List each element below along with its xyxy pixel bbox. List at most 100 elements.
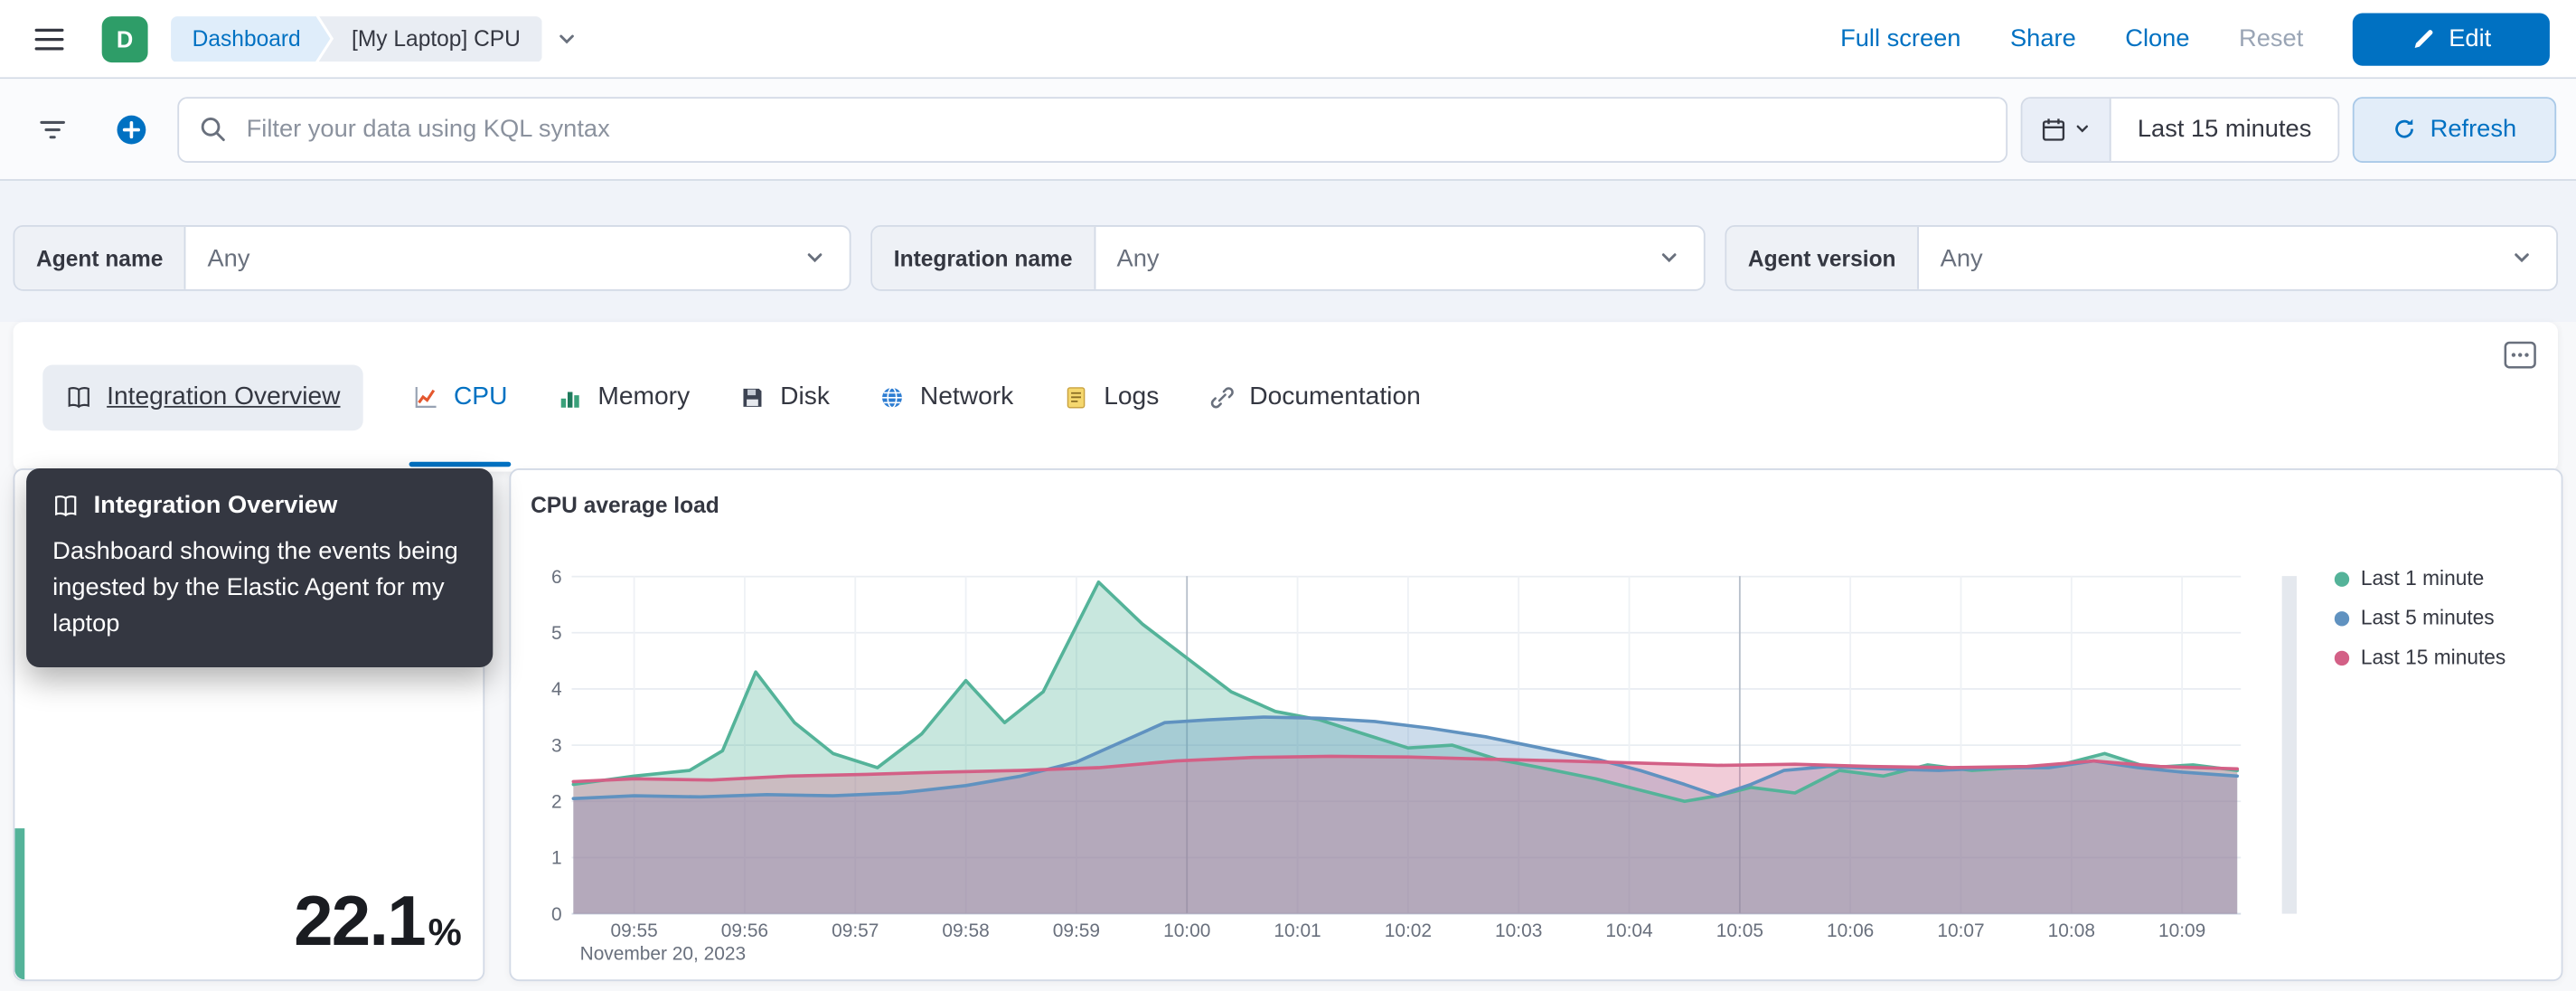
link-icon (1209, 386, 1233, 408)
metric-unit: % (428, 910, 462, 954)
query-bar: Last 15 minutes Refresh (0, 79, 2576, 181)
search-icon (201, 118, 225, 142)
refresh-icon (2395, 118, 2414, 138)
svg-text:10:09: 10:09 (2158, 920, 2205, 941)
reset-link: Reset (2239, 24, 2304, 53)
cpu-average-load-chart[interactable]: 0 1 2 3 4 5 6 09:55 09:56 09:57 09:58 09:59 10:00 10:… (511, 470, 2564, 983)
svg-text:3: 3 (551, 735, 562, 756)
plus-circle-icon (117, 114, 146, 144)
svg-text:09:57: 09:57 (832, 920, 879, 941)
svg-text:10:00: 10:00 (1163, 920, 1210, 941)
refresh-button-label: Refresh (2430, 115, 2517, 144)
legend-dot (2334, 610, 2350, 626)
control-label: Agent version (1726, 226, 1920, 289)
svg-text:10:06: 10:06 (1827, 920, 1874, 941)
control-value: Any (1116, 243, 1160, 272)
tab-label: CPU (453, 382, 508, 411)
tab-documentation[interactable]: Documentation (1208, 322, 1421, 471)
legend-label: Last 5 minutes (2360, 606, 2495, 630)
breadcrumb-current-page[interactable]: [My Laptop] CPU (318, 15, 542, 62)
edit-button[interactable]: Edit (2352, 12, 2550, 65)
add-filter-button[interactable] (99, 96, 165, 162)
tooltip-title: Integration Overview (93, 491, 338, 520)
top-bar: D Dashboard [My Laptop] CPU Full screen … (0, 0, 2576, 80)
space-avatar-initial: D (116, 25, 134, 52)
svg-text:09:56: 09:56 (721, 920, 768, 941)
logs-icon (1067, 386, 1086, 408)
svg-text:09:59: 09:59 (1053, 920, 1100, 941)
tab-logs[interactable]: Logs (1063, 322, 1160, 471)
legend-item-last-1-minute[interactable]: Last 1 minute (2334, 565, 2505, 591)
tab-label: Disk (780, 382, 830, 411)
metric-accent-bar (14, 828, 25, 980)
panel-options-icon (2504, 341, 2536, 369)
legend-dot (2334, 649, 2350, 665)
time-range-picker: Last 15 minutes (2020, 96, 2340, 163)
svg-text:0: 0 (551, 904, 562, 925)
tab-label: Integration Overview (107, 382, 341, 411)
svg-text:10:01: 10:01 (1274, 920, 1321, 941)
breadcrumb: Dashboard [My Laptop] CPU (171, 15, 578, 62)
chevron-down-icon (807, 253, 823, 263)
calendar-icon (2043, 118, 2065, 140)
tab-network[interactable]: Network (879, 322, 1013, 471)
svg-text:10:07: 10:07 (1937, 920, 1984, 941)
control-label: Integration name (872, 226, 1095, 289)
cpu-average-load-panel: CPU average load 0 1 2 3 4 5 6 09:55 09:56 09:57 0… (509, 468, 2564, 983)
dashboard-links-panel: Integration Overview CPU Memory Disk Net… (13, 322, 2559, 472)
chevron-down-icon (2515, 253, 2529, 263)
time-range-value[interactable]: Last 15 minutes (2111, 98, 2338, 160)
svg-text:4: 4 (551, 679, 562, 700)
svg-text:2: 2 (551, 792, 562, 813)
controls-row: Agent name Any Integration name Any Agen… (0, 180, 2576, 323)
svg-text:10:02: 10:02 (1385, 920, 1432, 941)
svg-text:1: 1 (551, 848, 562, 869)
svg-text:09:58: 09:58 (942, 920, 989, 941)
top-bar-actions: Full screen Share Clone Reset Edit (1840, 12, 2550, 65)
legend-label: Last 1 minute (2360, 567, 2485, 590)
menu-button[interactable] (26, 15, 72, 61)
legend-dot (2334, 571, 2350, 586)
edit-button-label: Edit (2449, 24, 2492, 53)
svg-text:10:04: 10:04 (1605, 920, 1652, 941)
line-chart-icon (415, 386, 437, 408)
tooltip-body: Dashboard showing the events being inges… (52, 537, 458, 637)
share-link[interactable]: Share (2010, 24, 2076, 52)
filter-icon (40, 119, 65, 138)
tab-label: Memory (597, 382, 691, 411)
tab-cpu[interactable]: CPU (409, 322, 511, 471)
kql-search-input[interactable] (243, 113, 1987, 145)
metric-value: 22.1 (294, 882, 427, 962)
globe-icon (882, 386, 902, 408)
chevron-down-icon (559, 33, 574, 43)
breadcrumb-menu-button[interactable] (555, 27, 578, 50)
book-icon (68, 386, 89, 408)
metric-value-group: 22.1 % (294, 882, 462, 963)
legend-item-last-5-minutes[interactable]: Last 5 minutes (2334, 605, 2505, 631)
control-agent-name[interactable]: Agent name Any (13, 225, 851, 291)
book-icon (55, 495, 77, 516)
svg-text:10:08: 10:08 (2048, 920, 2095, 941)
control-label: Agent name (14, 226, 186, 289)
control-agent-version[interactable]: Agent version Any (1725, 225, 2559, 291)
hamburger-icon (34, 27, 64, 50)
filter-menu-button[interactable] (20, 96, 86, 162)
integration-overview-tooltip: Integration Overview Dashboard showing t… (26, 468, 494, 668)
svg-text:6: 6 (551, 567, 562, 588)
tab-memory[interactable]: Memory (557, 322, 690, 471)
control-value: Any (207, 243, 250, 272)
legend-item-last-15-minutes[interactable]: Last 15 minutes (2334, 645, 2506, 671)
breadcrumb-dashboard[interactable]: Dashboard (171, 15, 330, 61)
full-screen-link[interactable]: Full screen (1840, 24, 1960, 52)
panel-options-button[interactable] (2499, 335, 2542, 375)
legend-label: Last 15 minutes (2360, 646, 2506, 669)
control-integration-name[interactable]: Integration name Any (870, 225, 1706, 291)
clone-link[interactable]: Clone (2125, 24, 2189, 52)
tab-label: Logs (1104, 382, 1160, 411)
svg-text:November 20, 2023: November 20, 2023 (580, 943, 747, 964)
space-avatar[interactable]: D (101, 15, 148, 62)
tab-disk[interactable]: Disk (739, 322, 830, 471)
date-picker-button[interactable] (2022, 98, 2111, 161)
refresh-button[interactable]: Refresh (2352, 96, 2557, 163)
tab-integration-overview[interactable]: Integration Overview (42, 363, 363, 430)
